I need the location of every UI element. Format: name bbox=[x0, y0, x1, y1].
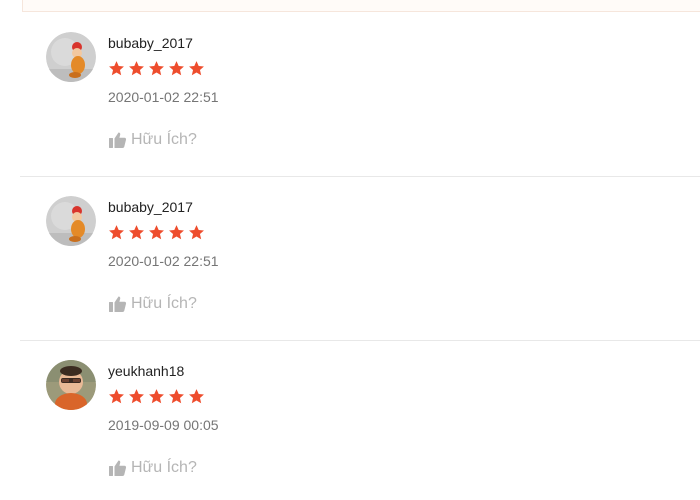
helpful-label: Hữu Ích? bbox=[131, 131, 197, 148]
star-icon bbox=[189, 225, 204, 240]
helpful-button[interactable]: Hữu Ích? bbox=[108, 130, 197, 150]
star-icon bbox=[169, 389, 184, 404]
review-timestamp: 2020-01-02 22:51 bbox=[108, 253, 219, 269]
helpful-button[interactable]: Hữu Ích? bbox=[108, 294, 197, 314]
star-icon bbox=[149, 61, 164, 76]
top-panel-edge bbox=[22, 0, 700, 12]
review-item: bubaby_2017 2020-01-02 22:51 Hữu Ích? bbox=[0, 177, 700, 341]
review-item: yeukhanh18 2019-09-09 00:05 Hữu Ích? bbox=[0, 341, 700, 500]
star-icon bbox=[109, 389, 124, 404]
review-username[interactable]: bubaby_2017 bbox=[108, 199, 193, 215]
helpful-label: Hữu Ích? bbox=[131, 459, 197, 476]
star-icon bbox=[109, 225, 124, 240]
avatar[interactable] bbox=[46, 360, 96, 410]
avatar[interactable] bbox=[46, 196, 96, 246]
thumbs-up-icon bbox=[109, 460, 127, 476]
avatar[interactable] bbox=[46, 32, 96, 82]
star-icon bbox=[169, 225, 184, 240]
star-icon bbox=[149, 225, 164, 240]
review-username[interactable]: bubaby_2017 bbox=[108, 35, 193, 51]
star-icon bbox=[109, 61, 124, 76]
helpful-button[interactable]: Hữu Ích? bbox=[108, 458, 197, 478]
star-icon bbox=[189, 389, 204, 404]
star-icon bbox=[149, 389, 164, 404]
review-username[interactable]: yeukhanh18 bbox=[108, 363, 184, 379]
review-timestamp: 2019-09-09 00:05 bbox=[108, 417, 219, 433]
star-rating bbox=[108, 60, 205, 78]
star-icon bbox=[169, 61, 184, 76]
star-icon bbox=[129, 389, 144, 404]
review-timestamp: 2020-01-02 22:51 bbox=[108, 89, 219, 105]
helpful-label: Hữu Ích? bbox=[131, 295, 197, 312]
thumbs-up-icon bbox=[109, 132, 127, 148]
star-rating bbox=[108, 388, 205, 406]
review-list-page: bubaby_2017 2020-01-02 22:51 Hữu Ích? bu… bbox=[0, 0, 700, 500]
review-item: bubaby_2017 2020-01-02 22:51 Hữu Ích? bbox=[0, 13, 700, 177]
star-rating bbox=[108, 224, 205, 242]
thumbs-up-icon bbox=[109, 296, 127, 312]
star-icon bbox=[129, 61, 144, 76]
star-icon bbox=[129, 225, 144, 240]
star-icon bbox=[189, 61, 204, 76]
